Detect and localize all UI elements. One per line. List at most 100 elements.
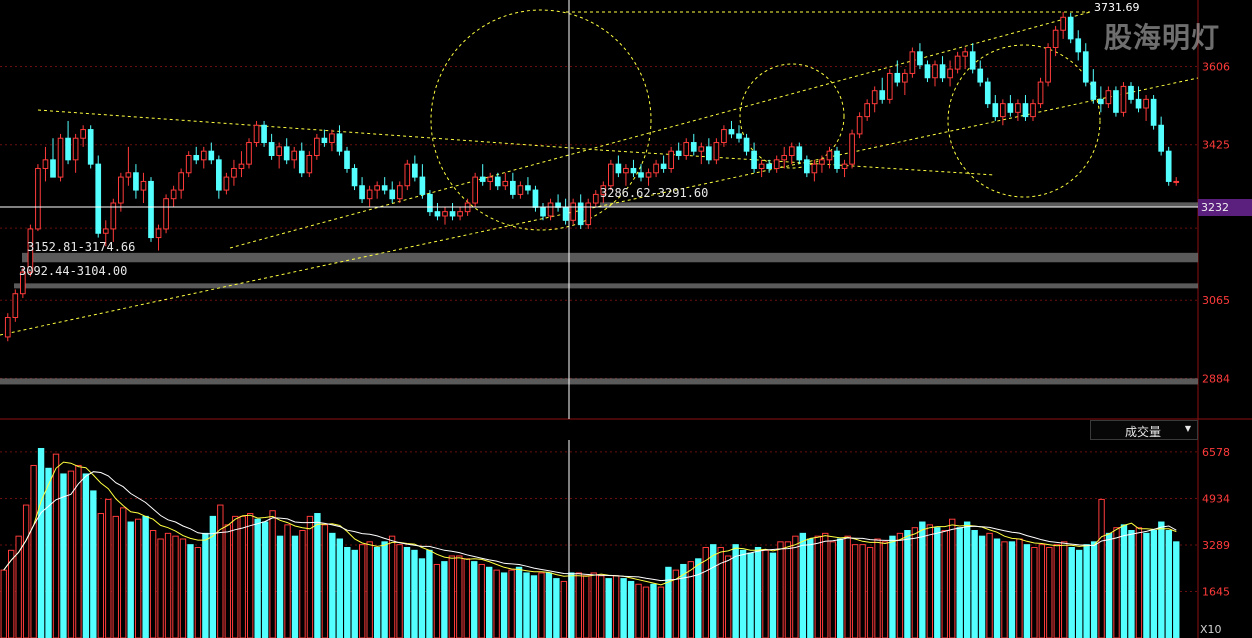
- volume-bar: [926, 524, 933, 638]
- candle-body: [87, 129, 94, 165]
- candle-body: [223, 176, 230, 191]
- volume-bar: [276, 535, 284, 638]
- volume-bar: [1098, 498, 1105, 638]
- volume-bar: [45, 467, 52, 638]
- candle-body: [781, 155, 788, 161]
- volume-bar: [22, 504, 30, 638]
- volume-bar: [560, 580, 568, 638]
- volume-bar: [1090, 541, 1098, 638]
- candle-body: [102, 228, 109, 234]
- volume-bar: [598, 575, 605, 638]
- candle-body: [525, 185, 531, 191]
- volume-bar: [269, 510, 276, 638]
- volume-bar: [403, 546, 411, 638]
- candle-body: [412, 163, 418, 178]
- volume-bar: [433, 563, 441, 638]
- volume-bar: [911, 527, 919, 638]
- volume-bar: [127, 521, 134, 638]
- volume-bar: [90, 490, 97, 638]
- volume-bar: [306, 515, 314, 638]
- volume-bar: [112, 515, 119, 638]
- candle-body: [329, 133, 335, 144]
- candle-body: [1143, 98, 1149, 109]
- volume-bar: [373, 546, 381, 638]
- candle-body: [404, 163, 411, 187]
- candle-body: [374, 185, 380, 191]
- candle-body: [811, 163, 818, 174]
- volume-bar: [299, 530, 306, 638]
- volume-bar: [1001, 541, 1008, 638]
- indicator-select[interactable]: 成交量 ▼: [1090, 420, 1198, 440]
- candle-body: [72, 137, 79, 161]
- candle-body: [826, 150, 833, 161]
- candle-body: [449, 211, 456, 217]
- volume-bar: [1023, 544, 1031, 638]
- volume-bar: [217, 504, 224, 638]
- candle-body: [713, 142, 720, 161]
- volume-bar: [1120, 524, 1128, 638]
- volume-bar: [784, 541, 792, 638]
- volume-bar: [956, 527, 963, 638]
- volume-bar: [657, 586, 665, 638]
- volume-bar: [321, 524, 329, 638]
- candle-body: [834, 150, 840, 169]
- candle-body: [1098, 98, 1104, 105]
- candle-body: [788, 146, 795, 157]
- volume-bar: [837, 538, 844, 638]
- gap-bands: [0, 202, 1198, 385]
- candle-body: [57, 137, 64, 178]
- candle-body: [728, 129, 735, 135]
- volume-bar: [1083, 544, 1090, 638]
- volume-bar: [575, 572, 582, 638]
- candle-body: [924, 64, 931, 79]
- volume-bar: [963, 521, 971, 638]
- candle-body: [306, 155, 313, 174]
- candle-body: [751, 150, 757, 169]
- volume-bar: [351, 549, 358, 638]
- candle-body: [95, 163, 102, 234]
- volume-bar: [284, 524, 291, 638]
- candle-body: [743, 137, 750, 152]
- candle-body: [962, 51, 968, 57]
- volume-bar: [30, 464, 37, 638]
- candle-body: [4, 316, 11, 338]
- volume-bar: [829, 541, 836, 638]
- volume-bar: [904, 530, 911, 638]
- volume-bar: [291, 535, 299, 638]
- price-grid: [0, 66, 1198, 592]
- candle-body: [336, 133, 343, 152]
- volume-ma-line: [3, 461, 1177, 586]
- volume-bar: [52, 453, 60, 638]
- candle-body: [118, 176, 124, 204]
- candle-body: [721, 129, 727, 144]
- volume-bar: [1008, 541, 1016, 638]
- candle-body: [736, 133, 742, 139]
- volume-bars: [0, 447, 1180, 638]
- volume-bar: [844, 535, 851, 638]
- volume-bar: [1046, 546, 1053, 638]
- current-price-tag: 3232: [1198, 199, 1252, 216]
- candle-body: [698, 146, 705, 152]
- candle-body: [510, 180, 516, 195]
- candle-body: [1128, 85, 1134, 100]
- candle-body: [683, 142, 690, 157]
- volume-bar: [1053, 544, 1060, 638]
- candle-body: [1158, 124, 1164, 152]
- volume-bar: [418, 558, 426, 638]
- candle-body: [80, 129, 86, 139]
- volume-bar: [792, 535, 799, 638]
- volume-bar: [971, 530, 978, 638]
- volume-bar: [896, 532, 904, 638]
- volume-bar: [814, 535, 821, 638]
- candle-body: [12, 293, 19, 318]
- candle-body: [442, 211, 448, 217]
- candle-body: [871, 90, 878, 105]
- volume-tick-label: 6578: [1202, 446, 1230, 459]
- candle-body: [185, 155, 192, 174]
- candle-body: [1105, 90, 1112, 105]
- volume-bar: [530, 575, 538, 638]
- volume-bar: [149, 530, 157, 638]
- candle-body: [155, 228, 162, 239]
- candle-body: [886, 72, 893, 100]
- candle-body: [909, 51, 916, 74]
